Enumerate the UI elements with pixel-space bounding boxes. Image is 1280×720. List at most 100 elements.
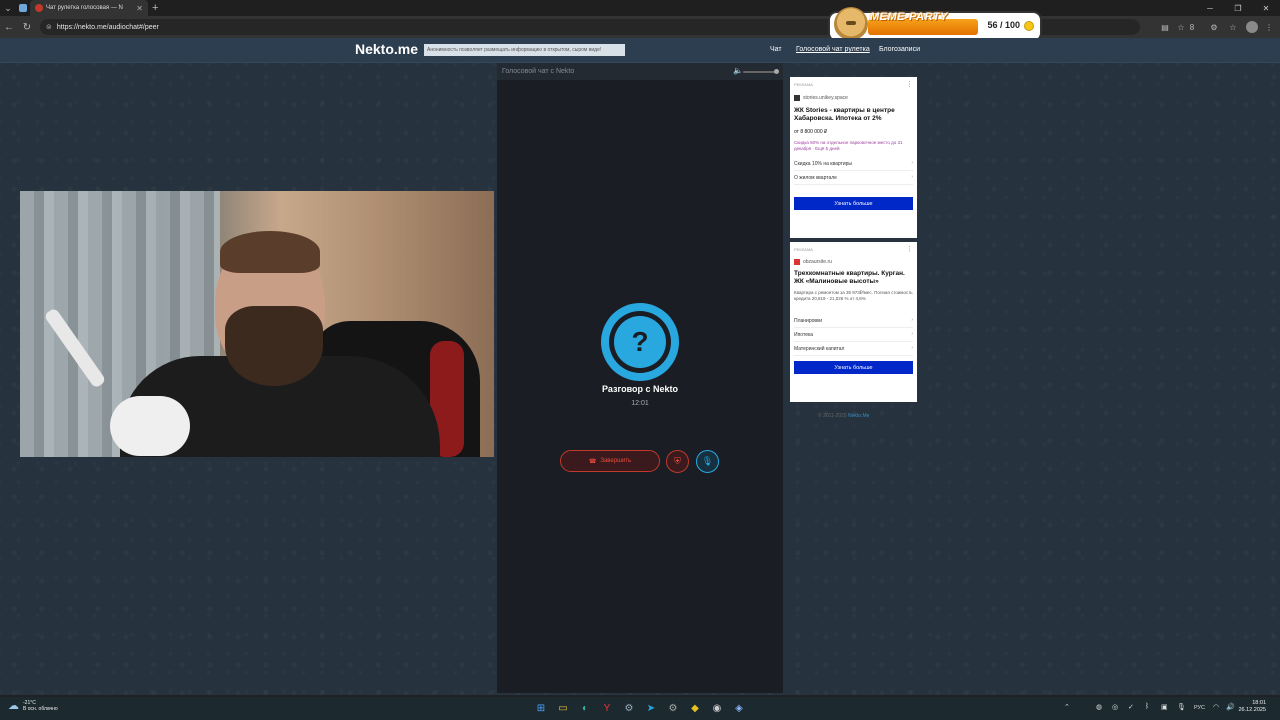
ad-source-icon: [794, 259, 800, 265]
profile-avatar[interactable]: [1246, 21, 1258, 33]
question-mark-icon: ?: [614, 316, 666, 368]
language-indicator[interactable]: РУС: [1194, 705, 1205, 711]
tray-chevron-icon[interactable]: ⌃: [1064, 703, 1070, 711]
ad-cta-button[interactable]: Узнать больше: [794, 197, 913, 210]
tab-favicon-icon: [35, 4, 43, 12]
ad-cta-button[interactable]: Узнать больше: [794, 361, 913, 374]
tab-close-icon[interactable]: ✕: [136, 4, 143, 13]
ad-row[interactable]: Скидка 10% на квартиры: [794, 160, 913, 171]
ad-row[interactable]: О жилом квартале: [794, 174, 913, 185]
webcam-person-beard: [225, 306, 323, 386]
volume-icon[interactable]: 🔈: [733, 66, 743, 75]
tray-app-icon[interactable]: ◍: [1096, 703, 1102, 711]
volume-slider[interactable]: [743, 71, 777, 73]
minimize-icon[interactable]: ─: [1196, 0, 1224, 16]
ad-tag: РЕКЛАМА: [794, 82, 813, 87]
pinned-tab[interactable]: [16, 0, 30, 16]
ad-title[interactable]: ЖК Stories - квартиры в центре Хабаровск…: [794, 107, 914, 123]
shield-icon: ⛨: [674, 456, 681, 466]
favorites-icon[interactable]: ☆: [1224, 16, 1242, 38]
ad-text: Скидка 50% на отдельное парковочное мест…: [794, 140, 903, 151]
ad-card-1[interactable]: РЕКЛАМА ⋮ stories.unikey.space ЖК Storie…: [790, 77, 917, 238]
edge-icon[interactable]: ◐: [577, 700, 593, 716]
steam-icon[interactable]: ⚙: [621, 700, 637, 716]
site-info-icon[interactable]: ⊜: [46, 23, 52, 31]
ad-footer-link[interactable]: Nekto.Me: [848, 413, 869, 419]
settings-icon[interactable]: ⚙: [665, 700, 681, 716]
tab-active[interactable]: Чат рулетка голосовая — N ✕: [30, 0, 148, 16]
site-logo[interactable]: Nekto.me: [355, 41, 418, 57]
ad-footer-prefix: © 2011-2025: [818, 413, 847, 419]
back-icon[interactable]: ←: [0, 16, 18, 38]
webcam-feed: [20, 191, 494, 457]
app-icon[interactable]: ◆: [687, 700, 703, 716]
tray-app-icon[interactable]: ◎: [1112, 703, 1118, 711]
ad-menu-icon[interactable]: ⋮: [906, 245, 913, 253]
bluetooth-icon[interactable]: ᛒ: [1145, 703, 1149, 710]
ad-source[interactable]: stories.unikey.space: [794, 95, 848, 101]
speaker-icon[interactable]: 🔊: [1226, 703, 1235, 711]
ad-source[interactable]: obzaursite.ru: [794, 259, 832, 265]
mic-toggle-button[interactable]: 🎙: [696, 450, 719, 473]
weather-widget[interactable]: ☁ -21°C В осн. облачно: [8, 699, 58, 713]
end-call-button[interactable]: ☎ Завершить: [560, 450, 660, 472]
webcam-person-hair: [220, 231, 320, 273]
volume-slider-handle[interactable]: [774, 69, 779, 74]
start-icon[interactable]: ⊞: [533, 700, 549, 716]
new-tab-icon[interactable]: +: [152, 2, 158, 14]
maximize-icon[interactable]: ❐: [1224, 0, 1252, 16]
ad-source-label: stories.unikey.space: [803, 95, 848, 101]
site-header: Nekto.me Анонимность позволяет размещать…: [0, 38, 1280, 63]
call-timer: 12:01: [631, 400, 649, 407]
webcam-microphone: [110, 396, 190, 456]
browser-toolbar: ← ↻ ⊜ https://nekto.me/audiochat#/peer ▤…: [0, 16, 1280, 38]
tray-app-icon[interactable]: ▣: [1161, 703, 1168, 711]
clock-time: 18:01: [1252, 700, 1266, 706]
chat-header: Голосовой чат с Nekto 🔈: [497, 63, 783, 80]
system-clock[interactable]: 18:01 26.12.2025: [1238, 700, 1266, 714]
ad-price: от 8 800 000 ₽: [794, 129, 828, 135]
nav-voice-chat[interactable]: Голосовой чат рулетка: [796, 46, 870, 53]
tab-list-chevron-icon[interactable]: ⌄: [0, 0, 16, 16]
obs-icon[interactable]: ◉: [709, 700, 725, 716]
network-icon[interactable]: ◠: [1213, 703, 1219, 711]
close-window-icon[interactable]: ✕: [1252, 0, 1280, 16]
ad-title[interactable]: Трехкомнатные квартиры. Курган. ЖК «Мали…: [794, 270, 914, 286]
tray-app-icon[interactable]: ✓: [1128, 703, 1134, 711]
reload-icon[interactable]: ↻: [18, 16, 36, 38]
weather-desc: В осн. облачно: [23, 705, 58, 712]
tab-label: Чат рулетка голосовая — N: [46, 5, 123, 11]
nav-blog[interactable]: Блогозаписи: [879, 46, 920, 53]
peer-name: Разговор с Nekto: [601, 384, 679, 394]
coin-icon: [1024, 21, 1034, 31]
menu-icon[interactable]: ⋮: [1260, 16, 1278, 38]
meme-party-count: 56 / 100: [987, 20, 1020, 30]
extensions-puzzle-icon[interactable]: ⚙: [1205, 16, 1223, 38]
tray-mic-icon[interactable]: 🎙: [1177, 703, 1186, 711]
file-explorer-icon[interactable]: ▭: [555, 700, 571, 716]
pinned-tab-favicon-icon: [19, 4, 27, 12]
doge-icon: [834, 6, 868, 41]
weather-text: -21°C В осн. облачно: [23, 700, 58, 712]
url-text: https://nekto.me/audiochat#/peer: [56, 23, 159, 31]
browser-tab-bar: ⌄ Чат рулетка голосовая — N ✕ +: [0, 0, 1280, 16]
report-shield-button[interactable]: ⛨: [666, 450, 689, 473]
ad-menu-icon[interactable]: ⋮: [906, 80, 913, 88]
ad-row[interactable]: Планировки: [794, 317, 913, 328]
ad-card-2[interactable]: РЕКЛАМА ⋮ obzaursite.ru Трехкомнатные кв…: [790, 242, 917, 402]
ad-row[interactable]: Материнский капитал: [794, 345, 913, 356]
cloud-icon: ☁: [8, 700, 19, 712]
ad-tag: РЕКЛАМА: [794, 247, 813, 252]
yandex-icon[interactable]: Y: [599, 700, 615, 716]
app-icon[interactable]: ◈: [731, 700, 747, 716]
meme-party-title: MEME-PARTY: [870, 11, 948, 23]
extension-badge[interactable]: 8: [1183, 16, 1201, 38]
ad-source-label: obzaursite.ru: [803, 259, 832, 265]
ad-text: Квартира с ремонтом за 35 973₽/мес. Полн…: [794, 290, 913, 301]
ad-source-icon: [794, 95, 800, 101]
clock-date: 26.12.2025: [1238, 707, 1266, 713]
end-call-label: Завершить: [600, 458, 632, 464]
telegram-icon[interactable]: ➤: [643, 700, 659, 716]
nav-chat[interactable]: Чат: [770, 46, 782, 53]
ad-row[interactable]: Ипотека: [794, 331, 913, 342]
